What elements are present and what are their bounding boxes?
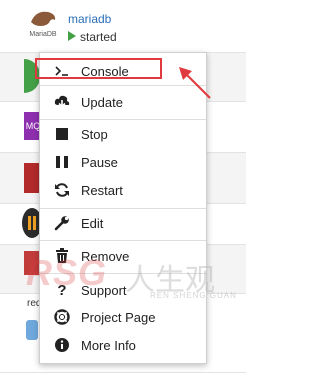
stop-icon [54, 126, 70, 142]
watermark-brand: RSG [26, 252, 108, 293]
menu-divider [40, 240, 206, 241]
lifebuoy-icon [54, 309, 70, 325]
annotation-arrow-icon [179, 67, 211, 99]
menu-divider [40, 119, 206, 120]
menu-item-more-info-label: More Info [81, 337, 136, 353]
app-row-mariadb[interactable]: MariaDB mariadb started [0, 0, 246, 53]
started-play-icon [68, 31, 76, 41]
app-logo-dark-mark-icon [28, 216, 36, 230]
download-icon [54, 94, 70, 110]
pause-icon [54, 154, 70, 170]
menu-item-project-page[interactable]: Project Page [40, 305, 206, 329]
watermark-pinyin: REN SHENG GUAN [150, 291, 237, 300]
menu-item-edit-label: Edit [81, 215, 104, 231]
mariadb-logo-icon: MariaDB [29, 11, 57, 38]
app-status: started [68, 30, 117, 44]
menu-item-update-label: Update [81, 94, 123, 110]
mariadb-logo-text: MariaDB [29, 31, 57, 38]
app-name[interactable]: mariadb [68, 12, 111, 26]
menu-item-pause-label: Pause [81, 154, 118, 170]
restart-icon [54, 182, 70, 198]
menu-item-project-page-label: Project Page [81, 309, 156, 325]
wrench-icon [54, 215, 70, 231]
app-status-text: started [80, 30, 117, 44]
menu-item-restart[interactable]: Restart [40, 178, 206, 202]
highlight-box [35, 58, 162, 79]
menu-item-more-info[interactable]: More Info [40, 333, 206, 357]
menu-divider [40, 208, 206, 209]
info-icon [54, 337, 70, 353]
menu-item-restart-label: Restart [81, 182, 123, 198]
menu-item-pause[interactable]: Pause [40, 150, 206, 174]
app-logo-blue-icon [26, 320, 38, 340]
menu-item-edit[interactable]: Edit [40, 211, 206, 235]
menu-item-stop-label: Stop [81, 126, 108, 142]
menu-item-stop[interactable]: Stop [40, 122, 206, 146]
